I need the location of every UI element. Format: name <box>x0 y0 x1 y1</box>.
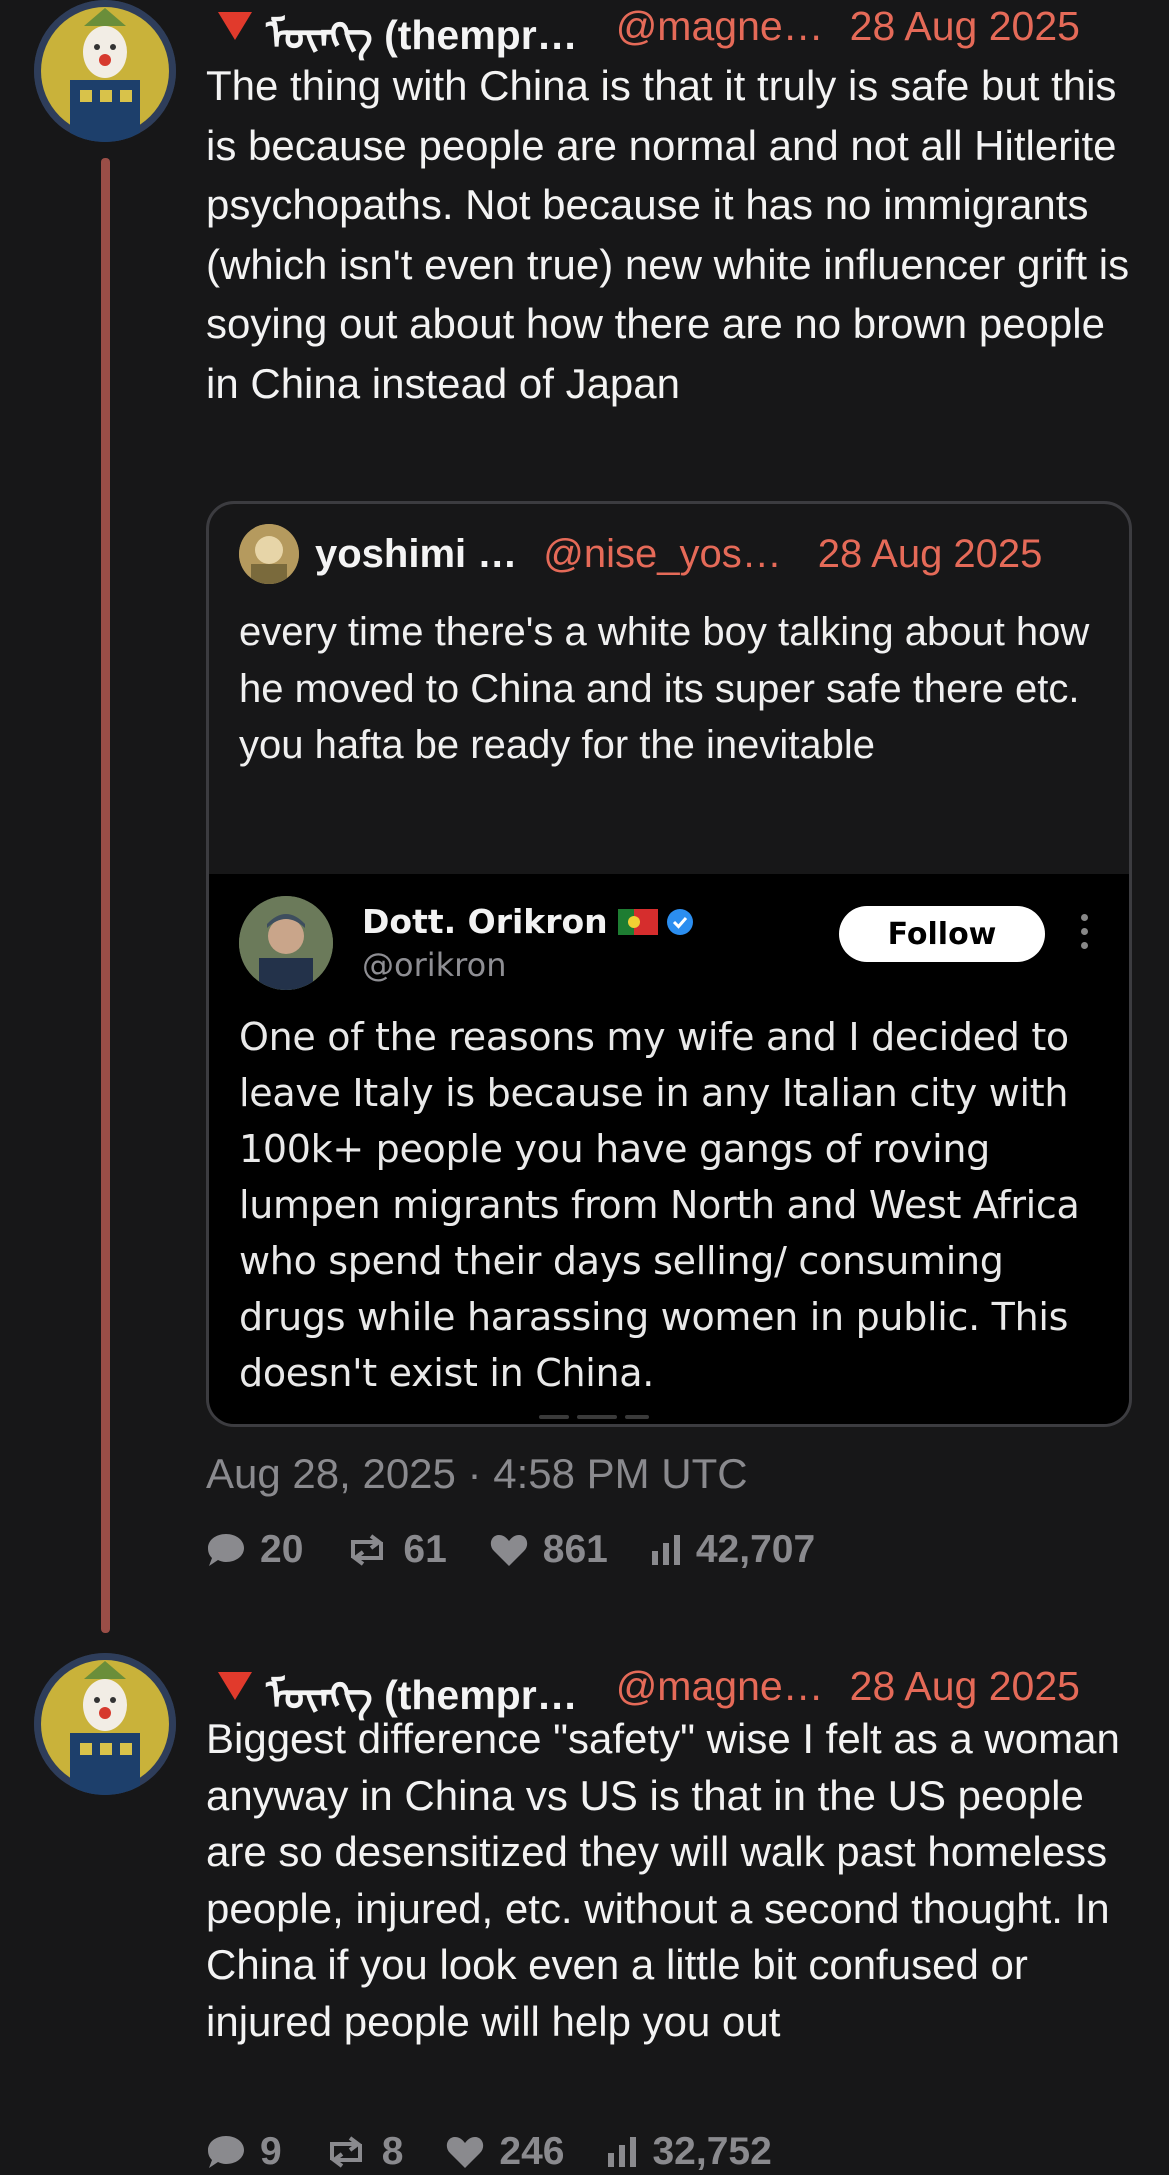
embedded-post-text: One of the reasons my wife and I decided… <box>239 1015 1080 1395</box>
views-count: 32,752 <box>652 2130 772 2173</box>
quoted-avatar[interactable] <box>239 524 299 584</box>
post-header: ᠮᠦᠩᠭ (thempr… @magne… 28 Aug 2025 <box>206 0 1080 62</box>
truncated-line <box>539 1415 659 1421</box>
follow-button: Follow <box>839 906 1045 962</box>
post-timestamp[interactable]: Aug 28, 2025 · 4:58 PM UTC <box>206 1450 748 1498</box>
embedded-handle: @orikron <box>362 946 507 984</box>
avatar[interactable] <box>34 0 176 142</box>
like-stat[interactable]: 861 <box>489 1528 608 1572</box>
reply-stat[interactable]: 9 <box>206 2130 282 2174</box>
repost-stat[interactable]: 8 <box>324 2130 404 2174</box>
quoted-post-text: every time there's a white boy talking a… <box>239 610 1090 767</box>
post-date[interactable]: 28 Aug 2025 <box>850 1663 1080 1710</box>
repost-icon <box>351 1534 384 1566</box>
heart-icon <box>447 2137 484 2168</box>
quoted-post-header: yoshimi … @nise_yos… 28 Aug 2025 <box>239 524 1042 584</box>
reply-icon <box>208 1534 244 1566</box>
avatar[interactable] <box>34 1653 176 1795</box>
post-stats: 9 8 246 32,752 <box>206 2130 772 2174</box>
embedded-display-name: Dott. Orikron <box>362 902 608 941</box>
quoted-post[interactable]: yoshimi … @nise_yos… 28 Aug 2025 every t… <box>206 501 1132 1427</box>
like-stat[interactable]: 246 <box>445 2130 564 2174</box>
user-handle[interactable]: @magne… <box>616 3 824 50</box>
red-triangle-icon <box>218 1672 252 1700</box>
quoted-user-handle[interactable]: @nise_yos… <box>543 532 781 577</box>
repost-stat[interactable]: 61 <box>345 1528 447 1572</box>
post-text: The thing with China is that it truly is… <box>206 62 1130 407</box>
like-count: 246 <box>499 2130 565 2173</box>
repost-count: 8 <box>381 2130 404 2173</box>
reply-count: 20 <box>260 1528 304 1571</box>
embedded-avatar <box>239 896 333 990</box>
quoted-post-date[interactable]: 28 Aug 2025 <box>818 532 1043 577</box>
more-options-icon <box>1081 914 1089 954</box>
reply-stat[interactable]: 20 <box>206 1528 303 1572</box>
reply-count: 9 <box>260 2130 282 2173</box>
views-chart-icon <box>608 2137 637 2167</box>
views-chart-icon <box>651 1535 680 1565</box>
like-count: 861 <box>542 1528 608 1571</box>
post-stats: 20 61 861 42,707 <box>206 1528 815 1572</box>
red-triangle-icon <box>218 12 252 40</box>
post-text: Biggest difference "safety" wise I felt … <box>206 1715 1120 2045</box>
reply-icon <box>208 2136 244 2168</box>
portugal-flag-icon <box>617 908 658 935</box>
verified-badge-icon <box>666 908 693 935</box>
repost-icon <box>329 2136 362 2168</box>
display-name[interactable]: ᠮᠦᠩᠭ (thempr… <box>266 0 578 62</box>
embedded-post-image[interactable]: Dott. Orikron @orikron Follow One of the… <box>209 874 1129 1424</box>
quoted-display-name[interactable]: yoshimi … <box>315 532 517 577</box>
heart-icon <box>490 1535 527 1566</box>
thread-line <box>101 158 110 1633</box>
embedded-display-name-row: Dott. Orikron <box>362 902 694 941</box>
views-stat[interactable]: 32,752 <box>606 2130 772 2174</box>
views-count: 42,707 <box>695 1528 816 1571</box>
post-date[interactable]: 28 Aug 2025 <box>850 3 1080 50</box>
views-stat[interactable]: 42,707 <box>650 1528 815 1572</box>
user-handle[interactable]: @magne… <box>616 1663 824 1710</box>
repost-count: 61 <box>403 1528 447 1571</box>
